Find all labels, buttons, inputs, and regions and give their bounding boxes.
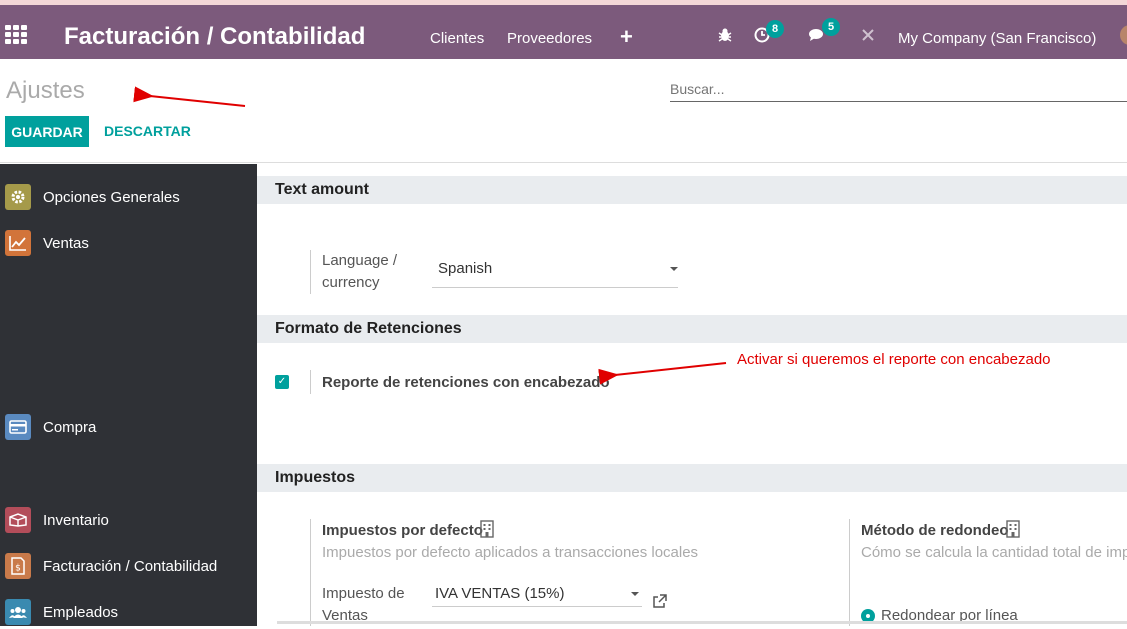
control-panel: Ajustes GUARDAR DESCARTAR <box>0 59 1127 163</box>
language-currency-label: Language / currency <box>322 252 398 291</box>
sidebar-item-ventas[interactable]: Ventas <box>0 226 257 260</box>
card-icon <box>5 414 31 440</box>
sidebar-item-label: Facturación / Contabilidad <box>43 557 218 575</box>
nav-clientes[interactable]: Clientes <box>430 30 484 47</box>
nav-proveedores[interactable]: Proveedores <box>507 30 592 47</box>
default-taxes-description: Impuestos por defecto aplicados a transa… <box>322 544 699 561</box>
sidebar-item-label: Inventario <box>43 511 109 529</box>
breadcrumb[interactable]: Ajustes <box>6 77 85 105</box>
company-switcher[interactable]: My Company (San Francisco) <box>898 30 1096 47</box>
settings-sidebar: Opciones Generales Ventas Compra Inventa… <box>0 164 257 626</box>
default-taxes-title: Impuestos por defecto <box>322 522 483 539</box>
chart-icon <box>5 230 31 256</box>
messages-badge: 5 <box>822 18 840 36</box>
tools-icon[interactable] <box>858 27 878 45</box>
sidebar-item-compra[interactable]: Compra <box>0 410 257 444</box>
discard-button[interactable]: DESCARTAR <box>104 123 191 139</box>
sidebar-item-empleados[interactable]: Empleados <box>0 595 257 629</box>
invoice-icon: $ <box>5 553 31 579</box>
divider <box>849 519 850 626</box>
app-title[interactable]: Facturación / Contabilidad <box>64 23 365 51</box>
horizontal-scrollbar[interactable] <box>277 621 1127 624</box>
sidebar-item-facturacion[interactable]: $ Facturación / Contabilidad <box>0 549 257 583</box>
apps-menu-icon[interactable] <box>5 25 27 44</box>
retenciones-header-checkbox[interactable]: ✓ <box>275 375 289 389</box>
section-title-text-amount: Text amount <box>257 176 1127 204</box>
building-icon <box>480 520 494 543</box>
sidebar-item-inventario[interactable]: Inventario <box>0 503 257 537</box>
annotation-text: Activar si queremos el reporte con encab… <box>737 351 1051 368</box>
retenciones-header-label: Reporte de retenciones con encabezado <box>322 374 610 391</box>
sidebar-item-label: Compra <box>43 418 97 436</box>
avatar[interactable] <box>1120 25 1127 45</box>
chevron-down-icon <box>670 267 678 271</box>
top-navbar: Facturación / Contabilidad Clientes Prov… <box>0 5 1127 59</box>
building-icon <box>1006 520 1020 543</box>
activity-badge: 8 <box>766 20 784 38</box>
section-title-impuestos: Impuestos <box>257 464 1127 492</box>
sidebar-item-label: Ventas <box>43 234 89 252</box>
divider <box>310 370 311 394</box>
sidebar-item-label: Opciones Generales <box>43 188 180 206</box>
rounding-method-description: Cómo se calcula la cantidad total de imp… <box>861 544 1127 561</box>
plus-icon[interactable]: + <box>620 24 633 50</box>
divider <box>310 250 311 294</box>
divider <box>310 519 311 626</box>
language-select-value: Spanish <box>438 260 493 277</box>
sales-tax-select[interactable]: IVA VENTAS (15%) <box>432 583 642 607</box>
box-icon <box>5 507 31 533</box>
gear-icon <box>5 184 31 210</box>
language-select[interactable]: Spanish <box>432 258 678 288</box>
svg-text:$: $ <box>15 564 21 574</box>
people-icon <box>5 599 31 625</box>
chevron-down-icon <box>631 592 639 596</box>
rounding-method-title: Método de redondeo <box>861 522 1009 539</box>
bug-icon[interactable] <box>715 27 735 45</box>
sidebar-item-opciones-generales[interactable]: Opciones Generales <box>0 180 257 214</box>
sales-tax-label: Impuesto de Ventas <box>322 585 405 624</box>
sidebar-item-label: Empleados <box>43 603 119 621</box>
save-button[interactable]: GUARDAR <box>5 116 89 147</box>
sales-tax-value: IVA VENTAS (15%) <box>435 585 565 602</box>
external-link-icon[interactable] <box>652 594 667 614</box>
settings-content: Text amount Language / currency Spanish … <box>257 164 1127 626</box>
search-input[interactable] <box>670 76 1127 102</box>
section-title-retenciones: Formato de Retenciones <box>257 315 1127 343</box>
